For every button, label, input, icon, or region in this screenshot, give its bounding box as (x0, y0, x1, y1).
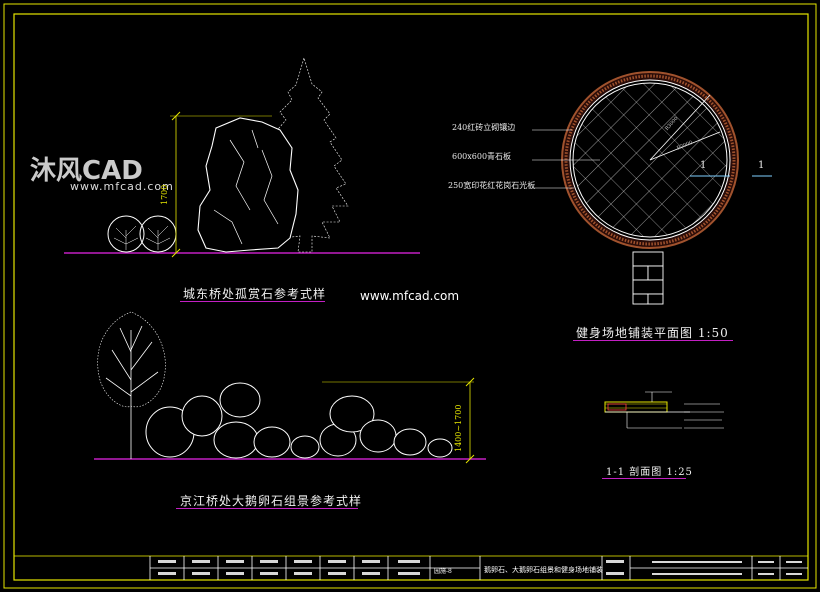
plan-note-brick-edge: 240红砖立砌镶边 (452, 123, 516, 132)
sheet-title: 鹅卵石、大鹅卵石组景和健身场地铺装 (484, 566, 603, 574)
drawing2-title: 京江桥处大鹅卵石组景参考式样 (180, 494, 363, 508)
drawing-number: 园施-8 (434, 568, 452, 575)
deciduous-tree-crown (97, 311, 166, 408)
pebble (290, 435, 320, 459)
section-mark-right: 1 (758, 160, 765, 171)
section-title-underline (602, 478, 686, 479)
drawing1-title: 城东桥处孤赏石参考式样 (183, 287, 327, 301)
pebble (253, 426, 291, 458)
mfcad-logo-url: www.mfcad.com (70, 180, 174, 193)
drawing1-dimension: 1700 (160, 184, 169, 205)
pebble (427, 438, 453, 458)
section-mark-left: 1 (700, 160, 707, 171)
pebble (393, 428, 427, 456)
title-block (13, 555, 809, 581)
pebble (181, 395, 223, 437)
plan-title-underline (573, 340, 733, 341)
drawing1-title-underline (180, 301, 325, 302)
pebble (213, 421, 259, 459)
solitary-rock (197, 117, 299, 253)
drawing2-title-underline (176, 508, 358, 509)
plan-drawing (532, 71, 772, 305)
mfcad-center-url: www.mfcad.com (360, 289, 460, 303)
plan-note-bluestone: 600x600青石板 (452, 152, 512, 161)
path-blocks (632, 251, 664, 305)
section-title: 1-1 剖面图 1:25 (606, 467, 693, 478)
pebble (219, 382, 261, 418)
plan-note-granite: 250宽印花红花岗石光板 (448, 181, 536, 190)
drawing2-dimension: 1400~1700 (454, 404, 463, 452)
pebble (359, 419, 397, 453)
plan-title: 健身场地铺装平面图 1:50 (576, 326, 729, 340)
section-detail (604, 391, 724, 429)
drawing2-pebble-group (94, 311, 486, 464)
